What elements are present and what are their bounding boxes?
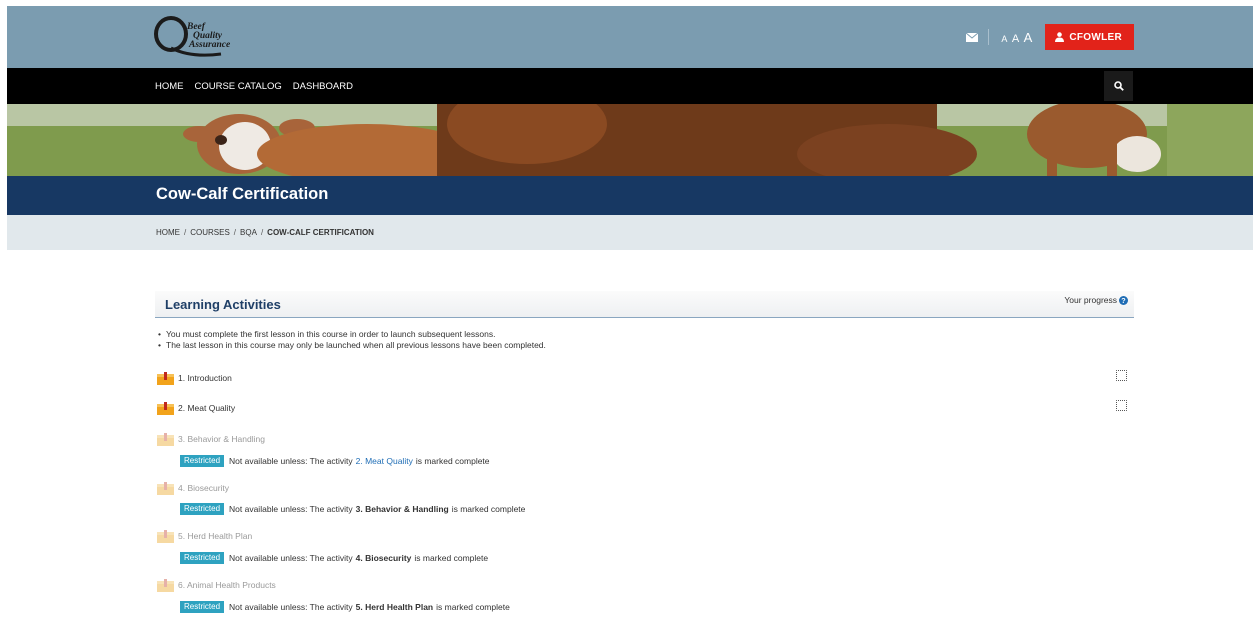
restriction-activity-name: 5. Herd Health Plan [355, 602, 434, 612]
svg-text:?: ? [1121, 296, 1125, 305]
page-title: Cow-Calf Certification [156, 185, 329, 203]
breadcrumb-bqa[interactable]: BQA [240, 228, 257, 237]
restricted-badge: Restricted [180, 601, 225, 613]
page: Beef Quality Assurance A A A CFOWLER HOM… [7, 6, 1253, 620]
restriction-activity-name: 4. Biosecurity [355, 553, 412, 563]
completion-checkbox[interactable] [1116, 370, 1127, 381]
activity-biosecurity: 4. Biosecurity [157, 481, 229, 495]
breadcrumb-separator: / [233, 228, 237, 237]
activity-herd-health-plan: 5. Herd Health Plan [157, 529, 252, 543]
breadcrumb: HOME / COURSES / BQA / COW-CALF CERTIFIC… [7, 215, 1253, 250]
activity-label: 4. Biosecurity [178, 483, 230, 493]
user-name: CFOWLER [1069, 31, 1122, 43]
bqa-logo[interactable]: Beef Quality Assurance [151, 12, 261, 60]
learning-activities-header: Learning Activities Your progress ? [155, 291, 1134, 318]
search-button[interactable] [1104, 71, 1133, 101]
breadcrumb-separator: / [184, 228, 187, 237]
activity-label: 3. Behavior & Handling [178, 434, 265, 444]
activity-introduction[interactable]: 1. Introduction [157, 371, 232, 385]
nav-item-home[interactable]: HOME [155, 81, 184, 92]
restriction-info: Restricted Not available unless: The act… [180, 601, 510, 613]
breadcrumb-home[interactable]: HOME [156, 228, 180, 237]
font-size-large[interactable]: A [1024, 30, 1034, 45]
course-notes: • You must complete the first lesson in t… [158, 329, 546, 351]
main-nav: HOME COURSE CATALOG DASHBOARD [7, 68, 1253, 104]
site-header: Beef Quality Assurance A A A CFOWLER [7, 6, 1253, 68]
restriction-info: Restricted Not available unless: The act… [180, 552, 488, 564]
activity-label[interactable]: 2. Meat Quality [178, 403, 235, 413]
scorm-package-icon [157, 481, 174, 495]
activity-meat-quality[interactable]: 2. Meat Quality [157, 401, 235, 415]
scorm-package-icon [157, 529, 174, 543]
hero-banner [7, 104, 1253, 176]
note-item: • You must complete the first lesson in t… [158, 329, 496, 339]
note-item: • The last lesson in this course may only… [158, 340, 546, 350]
progress-info: Your progress ? [1064, 295, 1128, 305]
restricted-badge: Restricted [180, 552, 225, 564]
logo-wordmark: Beef Quality Assurance [187, 22, 231, 50]
course-title-bar: Cow-Calf Certification [7, 176, 1253, 215]
person-icon [1055, 32, 1065, 42]
font-size-medium[interactable]: A [1012, 33, 1020, 45]
restriction-info: Restricted Not available unless: The act… [180, 503, 525, 515]
breadcrumb-courses[interactable]: COURSES [190, 228, 230, 237]
activity-behavior-handling: 3. Behavior & Handling [157, 432, 265, 446]
breadcrumb-current: COW-CALF CERTIFICATION [267, 228, 374, 237]
restriction-activity-name: 3. Behavior & Handling [355, 504, 449, 514]
section-title: Learning Activities [165, 297, 281, 312]
header-divider [988, 29, 990, 45]
help-icon[interactable]: ? [1119, 295, 1128, 305]
restricted-badge: Restricted [180, 503, 225, 515]
restriction-activity-link[interactable]: 2. Meat Quality [356, 456, 413, 466]
user-menu-button[interactable]: CFOWLER [1045, 24, 1134, 50]
scorm-package-icon [157, 401, 174, 415]
activity-animal-health-products: 6. Animal Health Products [157, 578, 276, 592]
nav-item-course-catalog[interactable]: COURSE CATALOG [195, 81, 282, 92]
activity-label[interactable]: 1. Introduction [178, 373, 232, 383]
nav-item-dashboard[interactable]: DASHBOARD [293, 81, 353, 92]
search-icon [1113, 81, 1124, 91]
breadcrumb-separator: / [260, 228, 264, 237]
font-size-controls: A A A [1001, 30, 1033, 45]
header-actions: A A A CFOWLER [966, 24, 1134, 50]
restricted-badge: Restricted [180, 455, 225, 467]
font-size-small[interactable]: A [1001, 34, 1008, 44]
progress-label: Your progress [1064, 295, 1117, 305]
completion-checkbox[interactable] [1116, 400, 1127, 411]
scorm-package-icon [157, 371, 174, 385]
envelope-icon[interactable] [966, 32, 979, 42]
scorm-package-icon [157, 578, 174, 592]
restriction-info: Restricted Not available unless: The act… [180, 455, 490, 467]
activity-label: 5. Herd Health Plan [178, 531, 253, 541]
activity-label: 6. Animal Health Products [178, 580, 276, 590]
cattle-photo [7, 104, 1253, 176]
scorm-package-icon [157, 432, 174, 446]
